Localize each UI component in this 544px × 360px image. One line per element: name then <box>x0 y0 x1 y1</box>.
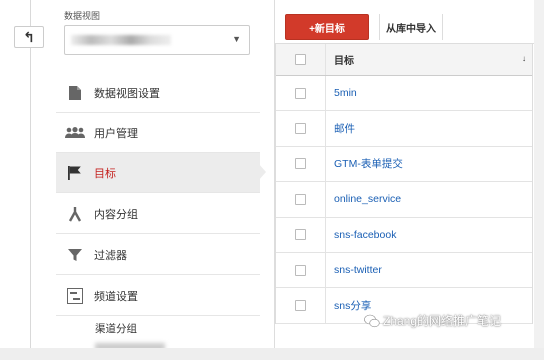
arrow-back-icon: ↰ <box>23 28 35 45</box>
watermark: Zhang的网络推广笔记 <box>364 312 501 329</box>
goal-link[interactable]: sns-facebook <box>326 229 396 241</box>
row-checkbox[interactable] <box>295 264 306 276</box>
nav-item-channel-settings[interactable]: 频道设置 <box>56 276 260 316</box>
table-row: GTM-表单提交 <box>276 146 532 183</box>
goal-link[interactable]: 邮件 <box>326 121 355 136</box>
table-row: 5min <box>276 76 532 112</box>
wechat-icon <box>364 314 380 327</box>
view-selector[interactable]: ▼ <box>64 25 250 55</box>
row-checkbox[interactable] <box>295 87 306 99</box>
checkbox-cell <box>276 288 326 323</box>
nav-subitem-channel-grouping[interactable]: 渠道分组 <box>95 321 137 336</box>
row-checkbox[interactable] <box>295 193 306 205</box>
goal-link[interactable]: online_service <box>326 193 401 205</box>
row-checkbox[interactable] <box>295 158 306 170</box>
users-icon <box>64 126 86 139</box>
import-from-gallery-button[interactable]: 从库中导入 <box>379 14 443 40</box>
nav-item-label: 目标 <box>94 167 116 180</box>
checkbox-cell <box>276 182 326 217</box>
table-header-row: 目标 ↓ <box>276 44 532 76</box>
sort-arrow-icon[interactable]: ↓ <box>522 54 526 63</box>
table-row: sns-facebook <box>276 217 532 253</box>
filter-icon <box>64 248 86 262</box>
nav-item-label: 内容分组 <box>94 208 138 221</box>
goals-toolbar: +新目标 从库中导入 <box>275 0 544 44</box>
nav-item-content-grouping[interactable]: 内容分组 <box>56 194 260 234</box>
checkbox-cell <box>276 217 326 252</box>
view-label: 数据视图 <box>64 11 101 21</box>
nav-item-label: 数据视图设置 <box>94 87 160 100</box>
goals-table: 目标 ↓ 5min 邮件 GTM-表单提交 online_service sns… <box>275 44 533 324</box>
flag-icon <box>64 165 86 181</box>
goal-link[interactable]: sns-twitter <box>326 264 382 276</box>
nav-item-user-management[interactable]: 用户管理 <box>56 113 260 153</box>
row-checkbox[interactable] <box>295 300 306 312</box>
nav-item-view-settings[interactable]: 数据视图设置 <box>56 73 260 113</box>
active-pointer <box>258 163 266 181</box>
goal-link[interactable]: 5min <box>326 87 357 99</box>
nav-item-label: 用户管理 <box>94 127 138 140</box>
row-checkbox[interactable] <box>295 123 306 135</box>
table-row: 邮件 <box>276 111 532 147</box>
document-icon <box>64 85 86 101</box>
checkbox-cell <box>276 111 326 146</box>
channel-settings-icon <box>64 287 86 304</box>
table-row: online_service <box>276 182 532 218</box>
grouping-icon <box>64 206 86 222</box>
select-all-cell <box>276 44 326 75</box>
watermark-text: Zhang的网络推广笔记 <box>383 314 502 328</box>
new-goal-button[interactable]: +新目标 <box>285 14 369 40</box>
left-rail: ↰ <box>0 0 56 348</box>
goal-link[interactable]: GTM-表单提交 <box>326 156 403 171</box>
scrollbar[interactable] <box>534 0 544 348</box>
nav-item-goals[interactable]: 目标 <box>56 153 260 193</box>
back-button[interactable]: ↰ <box>14 26 44 48</box>
row-checkbox[interactable] <box>295 229 306 241</box>
goal-link[interactable]: sns分享 <box>326 298 371 313</box>
column-header-goal[interactable]: 目标 <box>326 52 532 67</box>
admin-nav-panel: 数据视图 ▼ 数据视图设置 用户管理 目标 内容分组 过滤器 频道设置 渠道分组 <box>56 0 260 351</box>
checkbox-cell <box>276 252 326 288</box>
bottom-bar <box>0 348 544 360</box>
nav-item-label: 频道设置 <box>94 290 138 303</box>
table-row: sns-twitter <box>276 252 532 289</box>
select-all-checkbox[interactable] <box>295 54 306 65</box>
view-selected-value <box>71 35 171 45</box>
goals-content: +新目标 从库中导入 目标 ↓ 5min 邮件 GTM-表单提交 online_… <box>274 0 544 348</box>
checkbox-cell <box>276 146 326 182</box>
nav-item-filters[interactable]: 过滤器 <box>56 235 260 275</box>
chevron-down-icon: ▼ <box>232 34 241 44</box>
checkbox-cell <box>276 76 326 111</box>
nav-item-label: 过滤器 <box>94 249 127 262</box>
rail-divider <box>30 0 31 348</box>
